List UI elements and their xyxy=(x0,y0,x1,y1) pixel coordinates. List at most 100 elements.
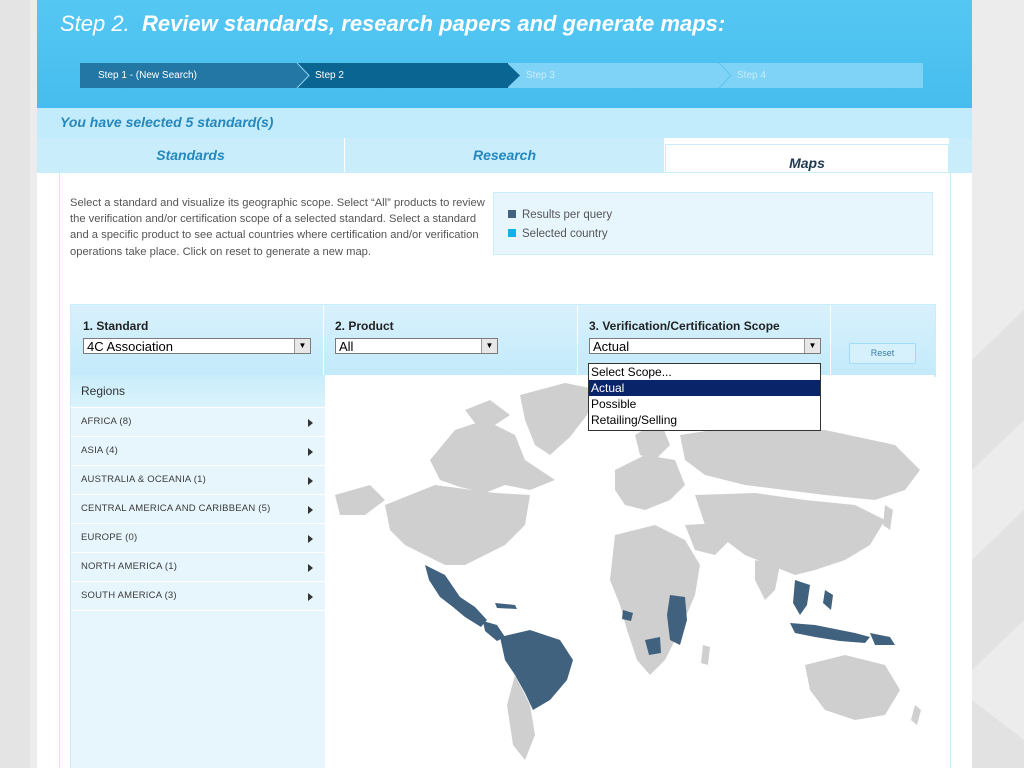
chevron-down-icon[interactable]: ▼ xyxy=(481,339,497,353)
maps-content: Select a standard and visualize its geog… xyxy=(59,172,951,768)
world-map-graphic xyxy=(335,383,921,760)
tab-label: Maps xyxy=(789,155,825,171)
standard-filter: 1. Standard 4C Association ▼ xyxy=(83,319,311,354)
product-select-value: All xyxy=(339,339,354,354)
region-label: AFRICA (8) xyxy=(81,416,132,427)
world-map[interactable] xyxy=(325,375,934,768)
step-separator-icon xyxy=(718,63,732,88)
region-africa[interactable]: AFRICA (8) xyxy=(71,408,325,437)
scope-option-retailing-selling[interactable]: Retailing/Selling xyxy=(589,412,820,428)
step-title-text: Review standards, research papers and ge… xyxy=(141,11,726,36)
scope-filter: 3. Verification/Certification Scope Actu… xyxy=(589,319,821,354)
legend-item-selected: Selected country xyxy=(508,228,608,240)
map-highlight-caribbean xyxy=(495,603,517,609)
chevron-down-icon[interactable]: ▼ xyxy=(294,339,310,353)
regions-heading: Regions xyxy=(71,375,325,408)
map-land-india xyxy=(755,560,780,600)
standard-label: 1. Standard xyxy=(83,319,149,333)
selection-summary-bar: You have selected 5 standard(s) xyxy=(37,108,972,138)
map-land-japan xyxy=(883,505,893,530)
reset-button[interactable]: Reset xyxy=(849,343,916,364)
step-3: Step 3 xyxy=(508,63,732,88)
caret-right-icon xyxy=(308,477,313,485)
map-highlight-new-guinea xyxy=(870,633,895,645)
caret-right-icon xyxy=(308,535,313,543)
region-label: AUSTRALIA & OCEANIA (1) xyxy=(81,474,206,485)
legend-item-results: Results per query xyxy=(508,209,612,221)
region-europe[interactable]: EUROPE (0) xyxy=(71,524,325,553)
page-title: Step 2. Review standards, research paper… xyxy=(60,11,725,37)
scope-option-select[interactable]: Select Scope... xyxy=(589,364,820,380)
map-land-alaska xyxy=(335,485,385,515)
region-north-america[interactable]: NORTH AMERICA (1) xyxy=(71,553,325,582)
product-label: 2. Product xyxy=(335,319,394,333)
step-separator-icon xyxy=(507,63,520,88)
tab-maps[interactable]: Maps xyxy=(665,144,949,175)
map-highlight-mexico xyxy=(425,565,487,627)
map-land-greenland xyxy=(520,383,595,455)
step-label: Step 4 xyxy=(737,70,766,81)
map-land-arctic-islands xyxy=(465,400,510,425)
map-land-madagascar xyxy=(701,645,710,665)
caret-right-icon xyxy=(308,564,313,572)
map-land-new-zealand xyxy=(911,705,921,725)
tab-bar-filler xyxy=(949,138,972,173)
filter-divider xyxy=(830,305,831,376)
standard-select[interactable]: 4C Association ▼ xyxy=(83,338,311,354)
selected-count-text: You have selected 5 standard(s) xyxy=(60,114,274,130)
map-highlight-east-africa xyxy=(667,595,687,645)
region-label: SOUTH AMERICA (3) xyxy=(81,590,177,601)
product-filter: 2. Product All ▼ xyxy=(335,319,498,354)
map-land-europe xyxy=(615,455,685,510)
step-prefix: Step 2. xyxy=(60,11,130,36)
chevron-down-icon[interactable]: ▼ xyxy=(804,339,820,353)
map-highlight-philippines xyxy=(823,590,833,610)
scope-select[interactable]: Actual ▼ xyxy=(589,338,821,354)
scope-dropdown-list[interactable]: Select Scope... Actual Possible Retailin… xyxy=(588,363,821,431)
step-4: Step 4 xyxy=(719,63,923,88)
tab-standards[interactable]: Standards xyxy=(37,138,345,173)
step-label: Step 1 - (New Search) xyxy=(98,70,197,81)
region-label: NORTH AMERICA (1) xyxy=(81,561,178,572)
map-legend: Results per query Selected country xyxy=(493,192,933,255)
instructions-text: Select a standard and visualize its geog… xyxy=(70,197,485,258)
step-label: Step 2 xyxy=(315,70,344,81)
caret-right-icon xyxy=(308,419,313,427)
map-land-russia xyxy=(680,425,920,500)
map-highlight-southeast-asia xyxy=(793,580,810,615)
caret-right-icon xyxy=(308,593,313,601)
tab-label: Research xyxy=(472,147,537,163)
step-2: Step 2 xyxy=(297,63,520,88)
filter-divider xyxy=(577,305,578,376)
tab-research[interactable]: Research xyxy=(345,138,665,173)
region-south-america[interactable]: SOUTH AMERICA (3) xyxy=(71,582,325,611)
map-land-usa xyxy=(385,485,530,565)
region-australia-oceania[interactable]: AUSTRALIA & OCEANIA (1) xyxy=(71,466,325,495)
step-separator-icon xyxy=(296,63,310,88)
step-progress-bar: Step 1 - (New Search) Step 2 Step 3 Step… xyxy=(80,63,923,88)
scope-label: 3. Verification/Certification Scope xyxy=(589,319,780,333)
region-label: ASIA (4) xyxy=(81,445,118,456)
map-highlight-indonesia xyxy=(790,623,870,643)
product-select[interactable]: All ▼ xyxy=(335,338,498,354)
tab-label: Standards xyxy=(156,147,225,163)
regions-sidebar: Regions AFRICA (8) ASIA (4) AUSTRALIA & … xyxy=(70,375,326,768)
region-label: CENTRAL AMERICA AND CARIBBEAN (5) xyxy=(81,503,271,514)
scope-option-possible[interactable]: Possible xyxy=(589,396,820,412)
tab-bar: Standards Research Maps xyxy=(37,138,972,175)
legend-label: Selected country xyxy=(522,228,608,240)
legend-swatch-selected xyxy=(508,229,516,237)
legend-swatch-results xyxy=(508,210,516,218)
caret-right-icon xyxy=(308,506,313,514)
region-label: EUROPE (0) xyxy=(81,532,138,543)
step-1-new-search[interactable]: Step 1 - (New Search) xyxy=(80,63,310,88)
step-label: Step 3 xyxy=(526,70,555,81)
region-central-america-caribbean[interactable]: CENTRAL AMERICA AND CARIBBEAN (5) xyxy=(71,495,325,524)
standard-select-value: 4C Association xyxy=(87,339,173,354)
filter-divider xyxy=(323,305,324,376)
map-land-australia xyxy=(805,655,900,720)
legend-label: Results per query xyxy=(522,209,613,221)
region-asia[interactable]: ASIA (4) xyxy=(71,437,325,466)
scope-select-value: Actual xyxy=(593,339,630,354)
scope-option-actual[interactable]: Actual xyxy=(589,380,820,396)
